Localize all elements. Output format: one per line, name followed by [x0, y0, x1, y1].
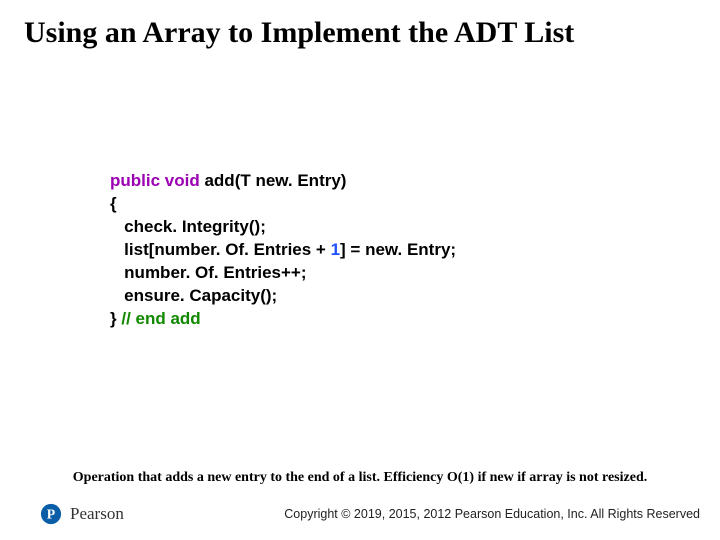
signature-rest: add(T new. Entry)	[200, 171, 347, 190]
keyword-public: public	[110, 171, 160, 190]
code-line-3: number. Of. Entries++;	[110, 262, 456, 285]
code-line-open-brace: {	[110, 193, 456, 216]
brand: P Pearson	[40, 503, 124, 525]
code-line-4: ensure. Capacity();	[110, 285, 456, 308]
pearson-logo-icon: P	[40, 503, 62, 525]
slide-title: Using an Array to Implement the ADT List	[0, 0, 720, 50]
keyword-void: void	[165, 171, 200, 190]
close-brace: }	[110, 309, 121, 328]
caption-text: Operation that adds a new entry to the e…	[0, 470, 720, 486]
code-line-2a: list[number. Of. Entries +	[110, 240, 331, 259]
end-comment: // end add	[121, 309, 200, 328]
code-line-1: check. Integrity();	[110, 216, 456, 239]
code-line-signature: public void add(T new. Entry)	[110, 170, 456, 193]
code-line-2b: ] = new. Entry;	[340, 240, 456, 259]
brand-name: Pearson	[70, 504, 124, 524]
code-line-2: list[number. Of. Entries + 1] = new. Ent…	[110, 239, 456, 262]
code-line-close: } // end add	[110, 308, 456, 331]
code-block: public void add(T new. Entry) { check. I…	[110, 170, 456, 331]
svg-text:P: P	[47, 507, 56, 522]
numeric-literal: 1	[331, 240, 340, 259]
footer: P Pearson Copyright © 2019, 2015, 2012 P…	[0, 500, 720, 528]
copyright-text: Copyright © 2019, 2015, 2012 Pearson Edu…	[284, 507, 700, 521]
